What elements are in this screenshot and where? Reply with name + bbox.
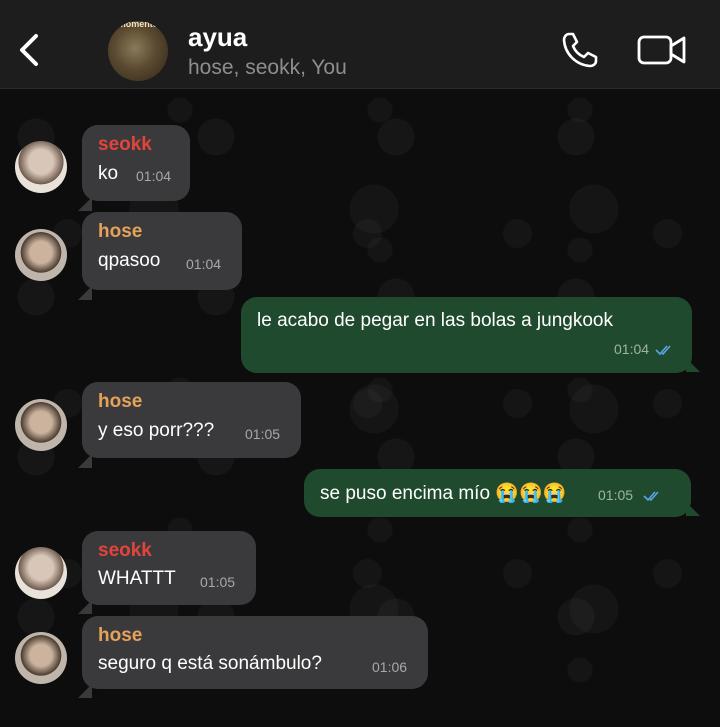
message-time: 01:05 [245, 426, 281, 442]
message-sender: seokk [98, 134, 152, 155]
message-bubble-incoming[interactable]: hose qpasoo 01:04 [82, 212, 242, 290]
chat-participants[interactable]: hose, seokk, You [188, 56, 347, 80]
message-bubble-outgoing[interactable]: le acabo de pegar en las bolas a jungkoo… [241, 297, 692, 373]
message-bubble-outgoing[interactable]: se puso encima mío 😭😭😭 01:05 [304, 469, 691, 517]
message-sender: seokk [98, 540, 152, 561]
avatar-hose[interactable] [15, 399, 67, 451]
message-bubble-incoming[interactable]: seokk WHATTT 01:05 [82, 531, 256, 605]
double-check-icon [643, 491, 659, 502]
message-text: le acabo de pegar en las bolas a jungkoo… [257, 310, 613, 331]
message-time: 01:05 [200, 574, 236, 590]
chat-title[interactable]: ayua [188, 22, 247, 53]
chevron-left-icon[interactable] [14, 30, 44, 70]
message-time: 01:06 [372, 659, 408, 675]
double-check-icon [655, 345, 671, 356]
avatar-hose[interactable] [15, 229, 67, 281]
message-sender: hose [98, 625, 143, 646]
avatar-hose[interactable] [15, 632, 67, 684]
avatar-seokk[interactable] [15, 141, 67, 193]
avatar-seokk[interactable] [15, 547, 67, 599]
group-avatar[interactable]: momento [108, 21, 168, 81]
message-time: 01:04 [136, 168, 172, 184]
video-camera-icon[interactable] [636, 32, 688, 68]
message-text: ko [98, 163, 119, 184]
message-time: 01:05 [598, 487, 634, 503]
message-time: 01:04 [614, 341, 650, 357]
message-sender: hose [98, 221, 143, 242]
phone-icon[interactable] [560, 30, 600, 70]
chat-header: momento ayua hose, seokk, You [0, 0, 720, 89]
message-text: seguro q está sonámbulo? [98, 653, 322, 674]
avatar-caption: momento [117, 21, 159, 29]
message-time: 01:04 [186, 256, 222, 272]
message-text: WHATTT [98, 568, 176, 589]
message-list[interactable]: seokk ko 01:04 hose qpasoo 01:04 le acab… [0, 89, 720, 727]
message-text: y eso porr??? [98, 420, 215, 441]
message-text: qpasoo [98, 250, 161, 271]
message-bubble-incoming[interactable]: seokk ko 01:04 [82, 125, 190, 201]
message-bubble-incoming[interactable]: hose seguro q está sonámbulo? 01:06 [82, 616, 428, 689]
message-sender: hose [98, 391, 143, 412]
message-text: se puso encima mío 😭😭😭 [320, 483, 567, 504]
message-bubble-incoming[interactable]: hose y eso porr??? 01:05 [82, 382, 301, 458]
